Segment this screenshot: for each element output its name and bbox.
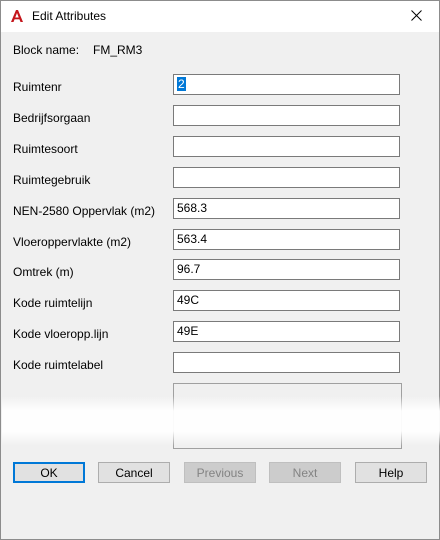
attribute-label-ruimtesoort: Ruimtesoort bbox=[13, 142, 78, 156]
block-name-label: Block name: bbox=[13, 43, 80, 57]
attribute-label-kode-vloeropp-lijn: Kode vloeropp.lijn bbox=[13, 327, 109, 341]
attribute-field-kode-ruimtelijn[interactable]: 49C bbox=[173, 290, 400, 311]
attribute-field-kode-vloeropp-lijn[interactable]: 49E bbox=[173, 321, 400, 342]
attribute-field-ruimtenr[interactable]: 2 bbox=[173, 74, 400, 95]
attribute-value-selected: 2 bbox=[177, 77, 186, 91]
ok-button[interactable]: OK bbox=[13, 462, 85, 483]
next-button[interactable]: Next bbox=[269, 462, 341, 483]
attribute-field-ruimtesoort[interactable] bbox=[173, 136, 400, 157]
autocad-a-icon bbox=[10, 9, 24, 23]
attribute-field-nen-oppervlak[interactable]: 568.3 bbox=[173, 198, 400, 219]
close-button[interactable] bbox=[393, 1, 439, 32]
window-title: Edit Attributes bbox=[32, 9, 107, 23]
close-icon bbox=[410, 9, 422, 24]
fade-overlay bbox=[2, 396, 440, 446]
attribute-field-ruimtegebruik[interactable] bbox=[173, 167, 400, 188]
block-name-value: FM_RM3 bbox=[93, 43, 143, 57]
attribute-field-bedrijfsorgaan[interactable] bbox=[173, 105, 400, 126]
attribute-label-bedrijfsorgaan: Bedrijfsorgaan bbox=[13, 111, 91, 125]
attribute-label-kode-ruimtelijn: Kode ruimtelijn bbox=[13, 296, 93, 310]
previous-button[interactable]: Previous bbox=[184, 462, 256, 483]
attribute-field-omtrek[interactable]: 96.7 bbox=[173, 259, 400, 280]
attribute-label-vloeroppervlakte: Vloeroppervlakte (m2) bbox=[13, 235, 132, 249]
attribute-label-omtrek: Omtrek (m) bbox=[13, 265, 74, 279]
attribute-label-nen-oppervlak: NEN-2580 Oppervlak (m2) bbox=[13, 204, 156, 218]
help-button[interactable]: Help bbox=[355, 462, 427, 483]
attribute-label-ruimtegebruik: Ruimtegebruik bbox=[13, 173, 91, 187]
attribute-label-kode-ruimtelabel: Kode ruimtelabel bbox=[13, 358, 104, 372]
attribute-field-kode-ruimtelabel[interactable] bbox=[173, 352, 400, 373]
edit-attributes-dialog: Edit Attributes Block name: FM_RM3 Ruimt… bbox=[0, 0, 440, 540]
title-bar: Edit Attributes bbox=[1, 1, 439, 32]
attribute-label-ruimtenr: Ruimtenr bbox=[13, 80, 62, 94]
cancel-button[interactable]: Cancel bbox=[98, 462, 170, 483]
attribute-field-vloeroppervlakte[interactable]: 563.4 bbox=[173, 229, 400, 250]
